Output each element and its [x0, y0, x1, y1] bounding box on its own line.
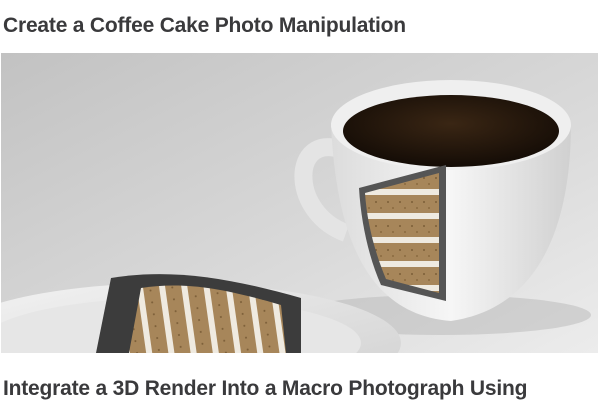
article-title-link[interactable]: Integrate a 3D Render Into a Macro Photo…: [3, 377, 527, 401]
article-title-link[interactable]: Create a Coffee Cake Photo Manipulation: [3, 14, 406, 38]
coffee-cake-thumbnail[interactable]: [1, 53, 598, 353]
